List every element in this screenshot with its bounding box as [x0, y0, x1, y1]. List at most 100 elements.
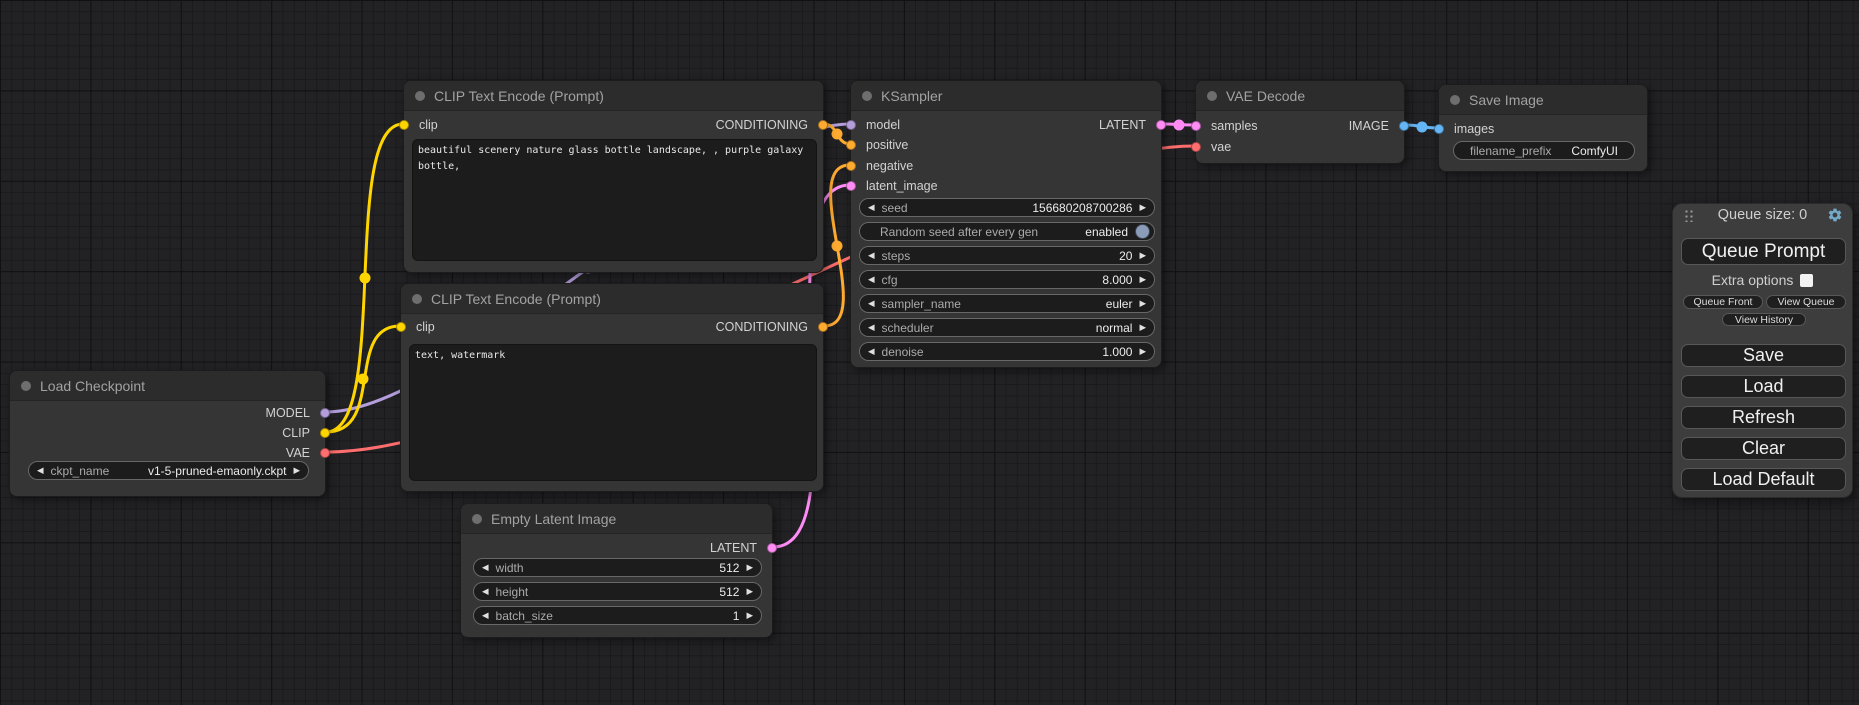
- output-slot-latent[interactable]: [767, 543, 777, 553]
- widget-label: batch_size: [496, 609, 553, 623]
- arrow-left-icon[interactable]: ◀: [868, 203, 875, 212]
- arrow-right-icon[interactable]: ▶: [746, 587, 753, 596]
- input-label-model: model: [866, 115, 900, 135]
- toggle-circle-icon[interactable]: [1135, 224, 1150, 239]
- ckpt-name-widget[interactable]: ◀ ckpt_name v1-5-pruned-emaonly.ckpt ▶: [28, 461, 309, 480]
- arrow-right-icon[interactable]: ▶: [1139, 203, 1146, 212]
- collapse-dot-icon[interactable]: [21, 381, 31, 391]
- arrow-right-icon[interactable]: ▶: [293, 466, 300, 475]
- node-title-bar[interactable]: Load Checkpoint: [10, 371, 325, 401]
- node-title: CLIP Text Encode (Prompt): [434, 81, 604, 111]
- comfyui-canvas[interactable]: Load Checkpoint MODEL CLIP VAE ◀ ckpt_na…: [0, 0, 1859, 705]
- steps-widget[interactable]: ◀ steps 20 ▶: [859, 246, 1155, 265]
- view-queue-button[interactable]: View Queue: [1766, 295, 1846, 309]
- node-ksampler[interactable]: KSampler model positive negative latent_…: [850, 80, 1162, 368]
- output-slot-conditioning[interactable]: [818, 322, 828, 332]
- widget-value: 512: [719, 585, 739, 599]
- node-title-bar[interactable]: KSampler: [851, 81, 1161, 111]
- arrow-right-icon[interactable]: ▶: [746, 563, 753, 572]
- output-label-conditioning: CONDITIONING: [716, 115, 808, 135]
- node-load-checkpoint[interactable]: Load Checkpoint MODEL CLIP VAE ◀ ckpt_na…: [9, 370, 326, 497]
- scheduler-widget[interactable]: ◀ scheduler normal ▶: [859, 318, 1155, 337]
- save-button[interactable]: Save: [1681, 344, 1846, 367]
- arrow-right-icon[interactable]: ▶: [1139, 299, 1146, 308]
- input-slot-latent-image[interactable]: [846, 181, 856, 191]
- widget-label: Random seed after every gen: [880, 225, 1038, 239]
- widget-label: filename_prefix: [1470, 144, 1551, 158]
- arrow-left-icon[interactable]: ◀: [37, 466, 44, 475]
- widget-label: scheduler: [882, 321, 934, 335]
- output-slot-model[interactable]: [320, 408, 330, 418]
- load-button[interactable]: Load: [1681, 375, 1846, 398]
- view-history-button[interactable]: View History: [1722, 313, 1806, 326]
- input-slot-negative[interactable]: [846, 161, 856, 171]
- input-slot-clip[interactable]: [399, 120, 409, 130]
- output-slot-latent[interactable]: [1156, 120, 1166, 130]
- collapse-dot-icon[interactable]: [412, 294, 422, 304]
- cfg-widget[interactable]: ◀ cfg 8.000 ▶: [859, 270, 1155, 289]
- batch-size-widget[interactable]: ◀ batch_size 1 ▶: [473, 606, 762, 625]
- node-clip-text-encode-positive[interactable]: CLIP Text Encode (Prompt) clip CONDITION…: [403, 80, 824, 273]
- link-midpoint-dot: [360, 273, 371, 284]
- input-slot-model[interactable]: [846, 120, 856, 130]
- arrow-left-icon[interactable]: ◀: [868, 323, 875, 332]
- queue-panel[interactable]: Queue size: 0 Queue Prompt Extra options…: [1672, 203, 1853, 498]
- load-default-button[interactable]: Load Default: [1681, 468, 1846, 491]
- filename-prefix-widget[interactable]: filename_prefix ComfyUI: [1453, 141, 1635, 160]
- link-midpoint-dot: [832, 129, 843, 140]
- collapse-dot-icon[interactable]: [1450, 95, 1460, 105]
- node-title-bar[interactable]: Empty Latent Image: [461, 504, 772, 534]
- arrow-left-icon[interactable]: ◀: [482, 611, 489, 620]
- collapse-dot-icon[interactable]: [415, 91, 425, 101]
- node-title-bar[interactable]: Save Image: [1439, 85, 1647, 115]
- denoise-widget[interactable]: ◀ denoise 1.000 ▶: [859, 342, 1155, 361]
- output-slot-conditioning[interactable]: [818, 120, 828, 130]
- widget-value: ComfyUI: [1571, 144, 1618, 158]
- queue-prompt-button[interactable]: Queue Prompt: [1681, 238, 1846, 265]
- input-label-clip: clip: [419, 115, 438, 135]
- node-save-image[interactable]: Save Image images filename_prefix ComfyU…: [1438, 84, 1648, 172]
- input-slot-images[interactable]: [1434, 124, 1444, 134]
- node-title: VAE Decode: [1226, 81, 1305, 111]
- arrow-left-icon[interactable]: ◀: [868, 251, 875, 260]
- height-widget[interactable]: ◀ height 512 ▶: [473, 582, 762, 601]
- arrow-left-icon[interactable]: ◀: [482, 587, 489, 596]
- extra-options-checkbox[interactable]: [1800, 274, 1813, 287]
- widget-label: seed: [882, 201, 908, 215]
- output-slot-vae[interactable]: [320, 448, 330, 458]
- arrow-right-icon[interactable]: ▶: [1139, 251, 1146, 260]
- width-widget[interactable]: ◀ width 512 ▶: [473, 558, 762, 577]
- negative-prompt-textarea[interactable]: text, watermark: [409, 344, 817, 481]
- arrow-right-icon[interactable]: ▶: [746, 611, 753, 620]
- node-title-bar[interactable]: VAE Decode: [1196, 81, 1404, 111]
- node-clip-text-encode-negative[interactable]: CLIP Text Encode (Prompt) clip CONDITION…: [400, 283, 824, 492]
- clear-button[interactable]: Clear: [1681, 437, 1846, 460]
- seed-widget[interactable]: ◀ seed 156680208700286 ▶: [859, 198, 1155, 217]
- positive-prompt-textarea[interactable]: beautiful scenery nature glass bottle la…: [412, 139, 817, 261]
- input-slot-clip[interactable]: [396, 322, 406, 332]
- arrow-left-icon[interactable]: ◀: [868, 347, 875, 356]
- queue-front-button[interactable]: Queue Front: [1683, 295, 1763, 309]
- arrow-left-icon[interactable]: ◀: [868, 275, 875, 284]
- collapse-dot-icon[interactable]: [1207, 91, 1217, 101]
- input-slot-vae[interactable]: [1191, 142, 1201, 152]
- node-vae-decode[interactable]: VAE Decode samples vae IMAGE: [1195, 80, 1405, 164]
- output-slot-clip[interactable]: [320, 428, 330, 438]
- collapse-dot-icon[interactable]: [472, 514, 482, 524]
- node-title-bar[interactable]: CLIP Text Encode (Prompt): [404, 81, 823, 111]
- random-seed-toggle-widget[interactable]: Random seed after every gen enabled: [859, 222, 1155, 241]
- arrow-right-icon[interactable]: ▶: [1139, 323, 1146, 332]
- input-slot-samples[interactable]: [1191, 121, 1201, 131]
- arrow-left-icon[interactable]: ◀: [482, 563, 489, 572]
- collapse-dot-icon[interactable]: [862, 91, 872, 101]
- sampler-name-widget[interactable]: ◀ sampler_name euler ▶: [859, 294, 1155, 313]
- arrow-left-icon[interactable]: ◀: [868, 299, 875, 308]
- input-slot-positive[interactable]: [846, 140, 856, 150]
- refresh-button[interactable]: Refresh: [1681, 406, 1846, 429]
- arrow-right-icon[interactable]: ▶: [1139, 275, 1146, 284]
- arrow-right-icon[interactable]: ▶: [1139, 347, 1146, 356]
- node-title-bar[interactable]: CLIP Text Encode (Prompt): [401, 284, 823, 314]
- node-empty-latent-image[interactable]: Empty Latent Image LATENT ◀ width 512 ▶ …: [460, 503, 773, 638]
- settings-gear-icon[interactable]: [1827, 207, 1843, 223]
- output-slot-image[interactable]: [1399, 121, 1409, 131]
